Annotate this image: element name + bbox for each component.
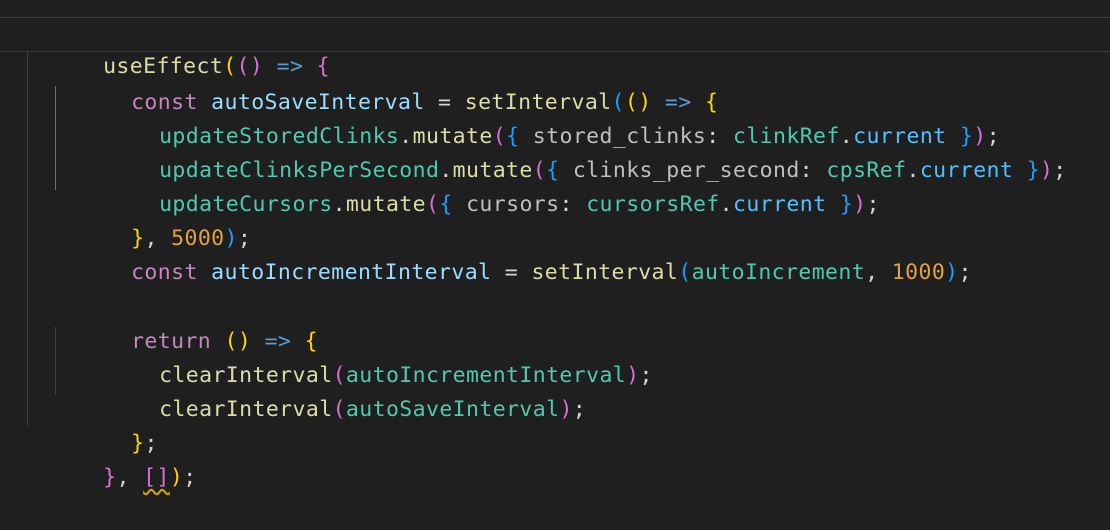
code-line-7[interactable]: const autoIncrementInterval = setInterva… [0, 221, 1110, 285]
code-line-4[interactable]: updateClinksPerSecond.mutate({ clinks_pe… [0, 119, 1110, 183]
code-line-9[interactable]: return () => { [0, 290, 1110, 354]
token-dependency-array-warning: [] [143, 464, 170, 490]
code-line-2[interactable]: const autoSaveInterval = setInterval(() … [0, 51, 1110, 115]
code-line-12[interactable]: }; [0, 392, 1110, 456]
token-paren-close: ) [169, 464, 184, 490]
token-brace-close: } [103, 464, 117, 490]
token-semicolon: ; [183, 464, 197, 490]
code-line-6[interactable]: }, 5000); [0, 187, 1110, 251]
code-line-10[interactable]: clearInterval(autoIncrementInterval); [0, 324, 1110, 388]
code-line-8[interactable] [0, 255, 1110, 290]
code-line-13[interactable]: }, []); [0, 426, 1110, 490]
token-comma: , [116, 464, 144, 490]
code-editor[interactable]: useEffect(() => { const autoSaveInterval… [0, 0, 1110, 490]
code-line-3[interactable]: updateStoredClinks.mutate({ stored_clink… [0, 85, 1110, 149]
code-line-1[interactable]: useEffect(() => { [0, 17, 1110, 79]
code-line-11[interactable]: clearInterval(autoSaveInterval); [0, 358, 1110, 422]
code-line-5[interactable]: updateCursors.mutate({ cursors: cursorsR… [0, 153, 1110, 217]
